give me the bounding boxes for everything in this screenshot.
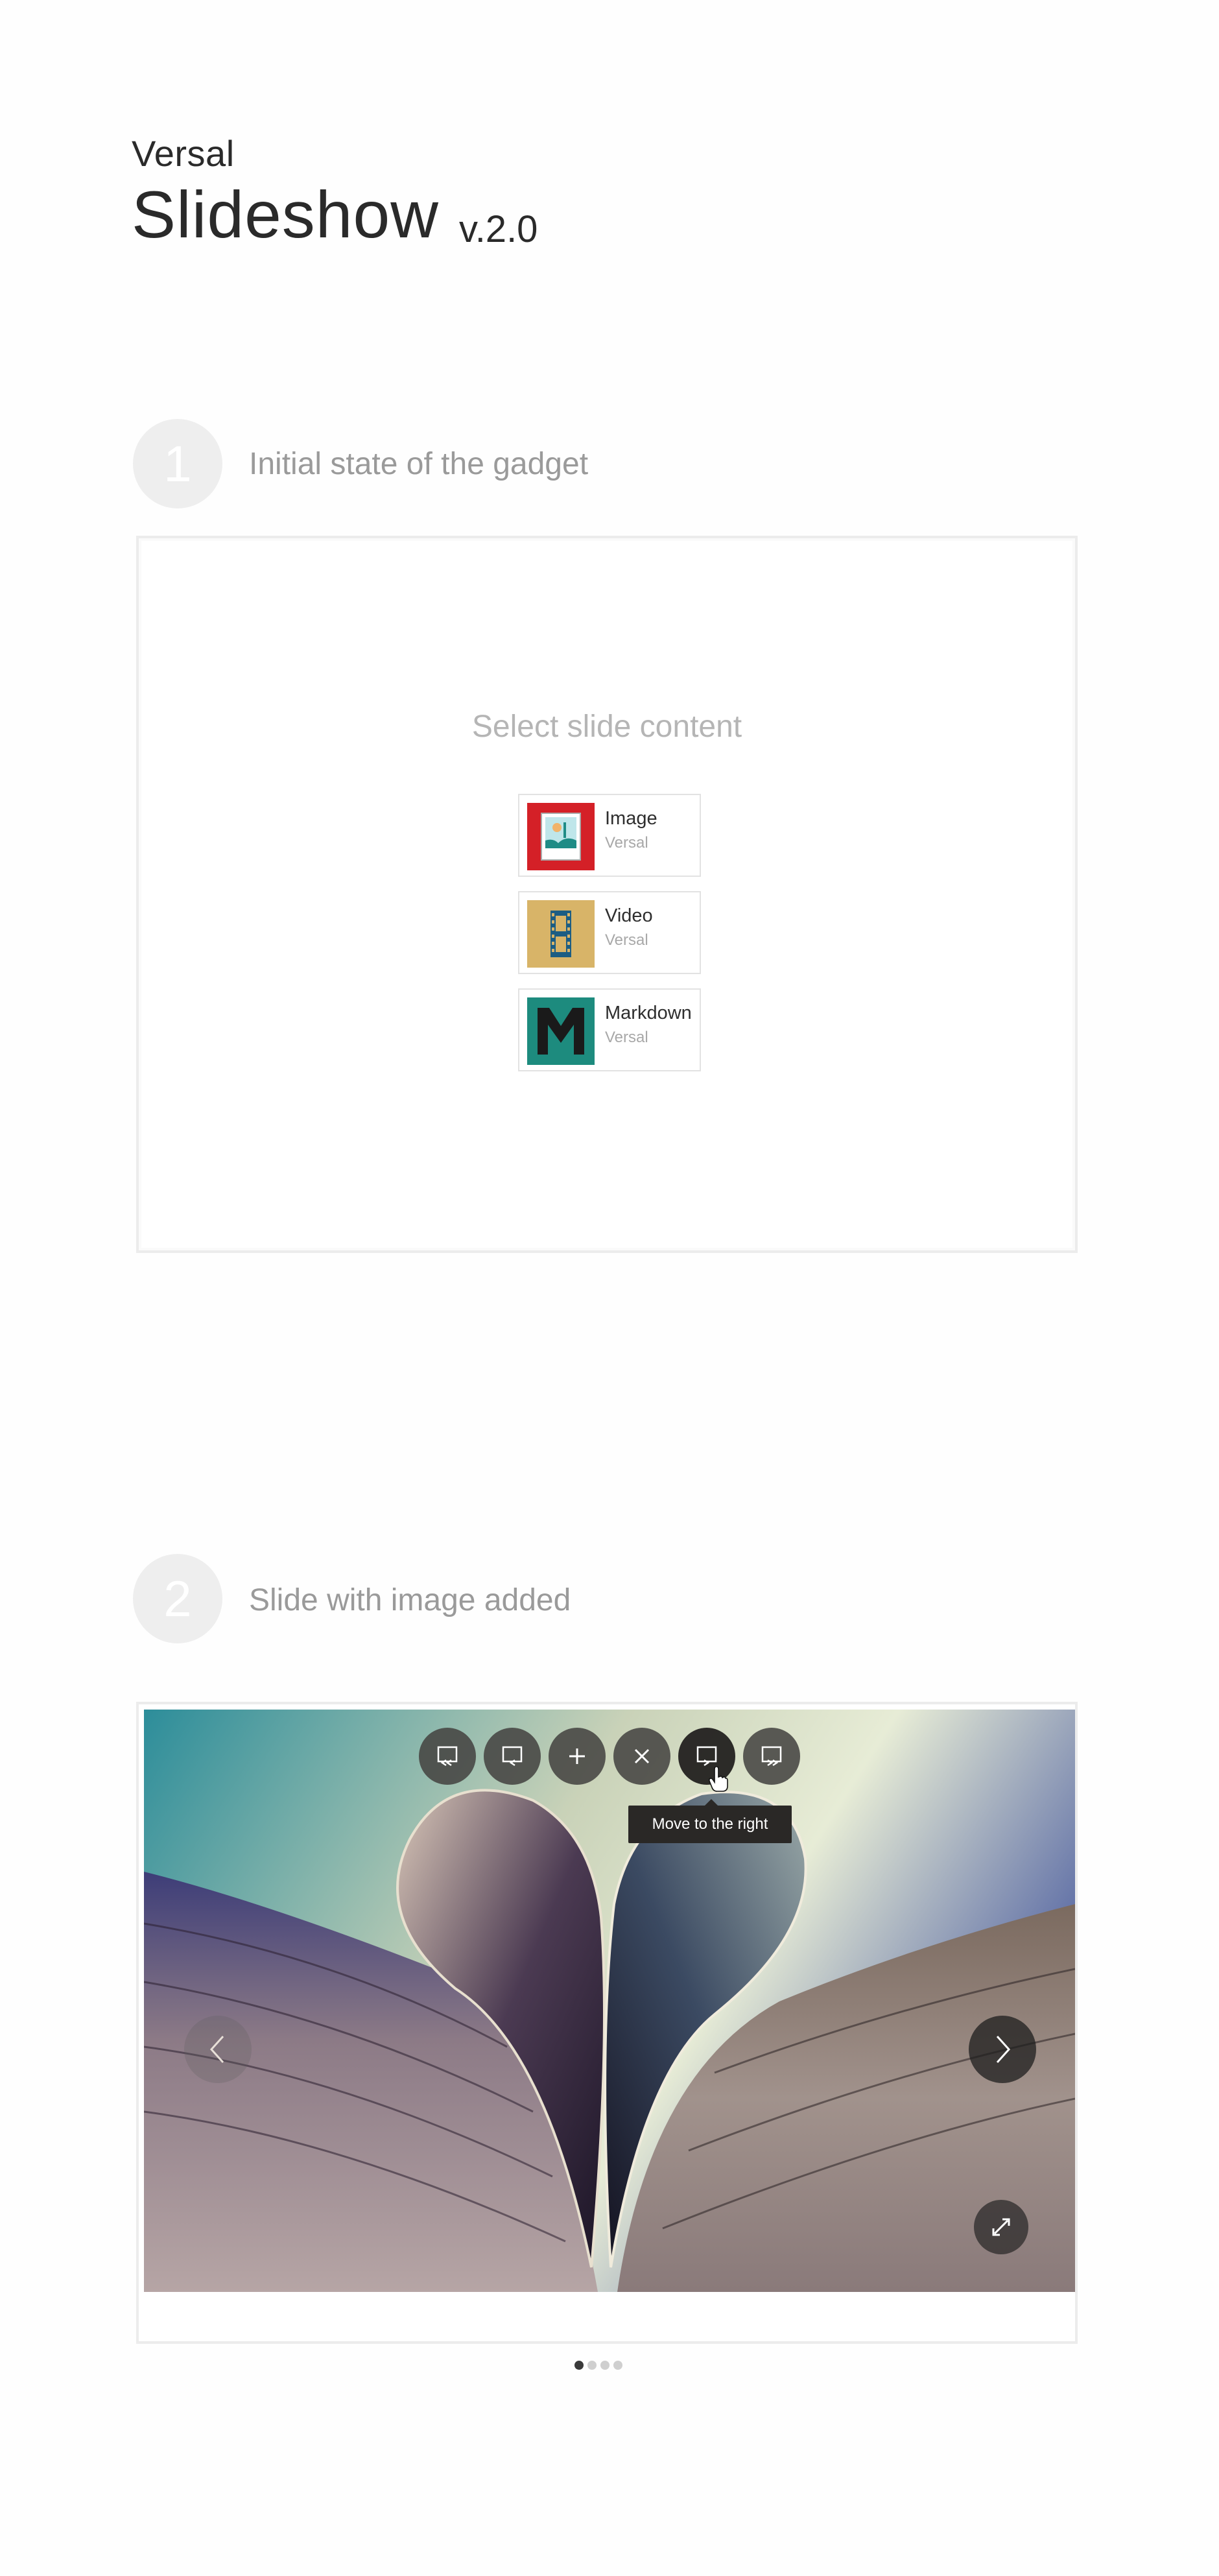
add-icon bbox=[569, 1748, 585, 1764]
pagination-dot-4[interactable] bbox=[613, 2361, 622, 2370]
option-video[interactable]: Video Versal bbox=[518, 891, 701, 974]
option-image-name: Image bbox=[605, 808, 657, 829]
move-last-icon bbox=[761, 1746, 782, 1767]
pagination-dot-1[interactable] bbox=[574, 2361, 584, 2370]
page-title: Slideshow bbox=[132, 178, 439, 252]
expand-icon bbox=[992, 2218, 1010, 2236]
gadget-initial-panel: Select slide content Image Versal Video … bbox=[136, 536, 1078, 1253]
option-video-name: Video bbox=[605, 905, 653, 926]
image-icon bbox=[527, 803, 595, 870]
hand-cursor-icon bbox=[708, 1767, 728, 1792]
option-image[interactable]: Image Versal bbox=[518, 794, 701, 877]
markdown-icon bbox=[527, 997, 595, 1065]
brand-name: Versal bbox=[132, 133, 235, 174]
gadget-slide-panel: Move to the right bbox=[136, 1702, 1078, 2344]
pagination-dot-3[interactable] bbox=[600, 2361, 610, 2370]
step-1-badge: 1 bbox=[133, 419, 222, 508]
fullscreen-button[interactable] bbox=[974, 2200, 1028, 2254]
next-slide-button[interactable] bbox=[969, 2016, 1036, 2083]
move-first-button[interactable] bbox=[419, 1728, 476, 1785]
add-slide-button[interactable] bbox=[549, 1728, 606, 1785]
step-1-label: Initial state of the gadget bbox=[249, 447, 589, 481]
previous-slide-button[interactable] bbox=[184, 2016, 252, 2083]
pagination-dot-2[interactable] bbox=[587, 2361, 597, 2370]
step-2-badge: 2 bbox=[133, 1554, 222, 1643]
option-markdown[interactable]: Markdown Versal bbox=[518, 988, 701, 1071]
slide-pagination bbox=[574, 2361, 622, 2370]
chevron-right-icon bbox=[996, 2035, 1011, 2064]
move-left-icon bbox=[502, 1746, 523, 1767]
film-icon bbox=[527, 900, 595, 968]
option-video-vendor: Versal bbox=[605, 931, 648, 949]
move-left-button[interactable] bbox=[484, 1728, 541, 1785]
option-image-vendor: Versal bbox=[605, 834, 648, 852]
book-heart-photo bbox=[144, 1710, 1075, 2292]
step-2-label: Slide with image added bbox=[249, 1583, 571, 1617]
move-last-button[interactable] bbox=[743, 1728, 800, 1785]
select-content-title: Select slide content bbox=[471, 710, 742, 744]
slide-image: Move to the right bbox=[144, 1710, 1075, 2292]
option-markdown-name: Markdown bbox=[605, 1003, 692, 1023]
option-markdown-vendor: Versal bbox=[605, 1029, 648, 1046]
version-label: v.2.0 bbox=[459, 208, 538, 250]
delete-icon bbox=[634, 1748, 650, 1764]
move-first-icon bbox=[437, 1746, 458, 1767]
delete-slide-button[interactable] bbox=[613, 1728, 670, 1785]
chevron-left-icon bbox=[209, 2035, 224, 2064]
toolbar-tooltip: Move to the right bbox=[628, 1799, 792, 1843]
